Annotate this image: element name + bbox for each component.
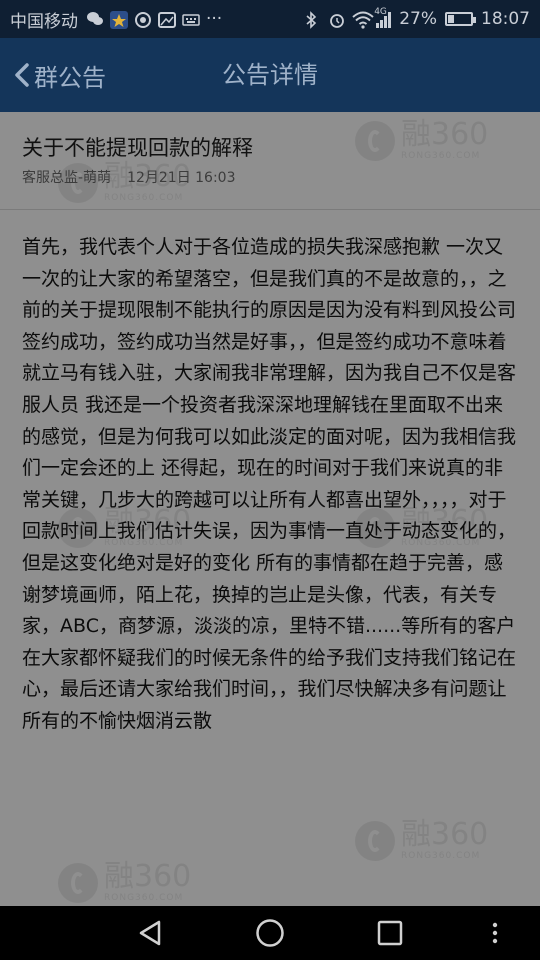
watermark-logo: 融360 RONG360.COM	[58, 862, 191, 903]
battery-percent: 27%	[399, 9, 437, 29]
circle-home-icon	[256, 919, 284, 947]
nav-recents-button[interactable]	[365, 906, 415, 960]
app-header: 群公告 公告详情	[0, 38, 540, 112]
announcement-header: 关于不能提现回款的解释 客服总监-萌萌 12月21日 16:03	[0, 112, 540, 210]
clock: 18:07	[481, 9, 530, 29]
star-app-icon	[110, 11, 128, 29]
cellular-signal-icon: 4G	[374, 7, 392, 28]
nav-menu-button[interactable]	[480, 906, 510, 960]
signal-type-label: 4G	[374, 6, 387, 17]
watermark-logo: 融360 RONG360.COM	[355, 820, 488, 861]
watermark-brand: 融360	[401, 817, 489, 852]
announcement-title: 关于不能提现回款的解释	[22, 136, 253, 160]
announcement-timestamp: 12月21日 16:03	[127, 170, 236, 186]
announcement-body: 首先，我代表个人对于各位造成的损失我深感抱歉 一次又一次的让大家的希望落空，但是…	[22, 236, 517, 732]
app-notification-icon	[134, 11, 151, 28]
carrier-label: 中国移动	[10, 11, 78, 32]
bluetooth-icon	[304, 11, 320, 29]
announcement-author: 客服总监-萌萌	[22, 170, 112, 186]
system-nav-bar	[0, 906, 540, 960]
battery-icon	[445, 12, 476, 26]
status-bar: 中国移动 ··· 4G 27% 18:07	[0, 0, 540, 38]
wechat-icon	[86, 11, 103, 27]
watermark-brand: 融360	[104, 859, 192, 894]
more-vertical-icon	[492, 922, 498, 944]
rong360-logo-icon	[355, 820, 395, 861]
square-recents-icon	[377, 920, 403, 946]
more-notifications-icon: ···	[206, 9, 223, 29]
nav-home-button[interactable]	[245, 906, 295, 960]
triangle-back-icon	[139, 920, 161, 946]
watermark-sub: RONG360.COM	[401, 851, 481, 861]
rong360-logo-icon	[58, 862, 98, 903]
keyboard-icon	[182, 11, 200, 27]
nav-back-button[interactable]	[126, 906, 176, 960]
page-title: 公告详情	[222, 61, 318, 89]
announcement-detail: 融360 RONG360.COM 融360 RONG360.COM 融360 RONG…	[0, 112, 540, 906]
announcement-meta: 客服总监-萌萌 12月21日 16:03	[22, 167, 236, 187]
wifi-icon	[352, 11, 374, 29]
gallery-icon	[158, 11, 176, 28]
alarm-icon	[328, 11, 345, 28]
watermark-sub: RONG360.COM	[104, 893, 184, 903]
